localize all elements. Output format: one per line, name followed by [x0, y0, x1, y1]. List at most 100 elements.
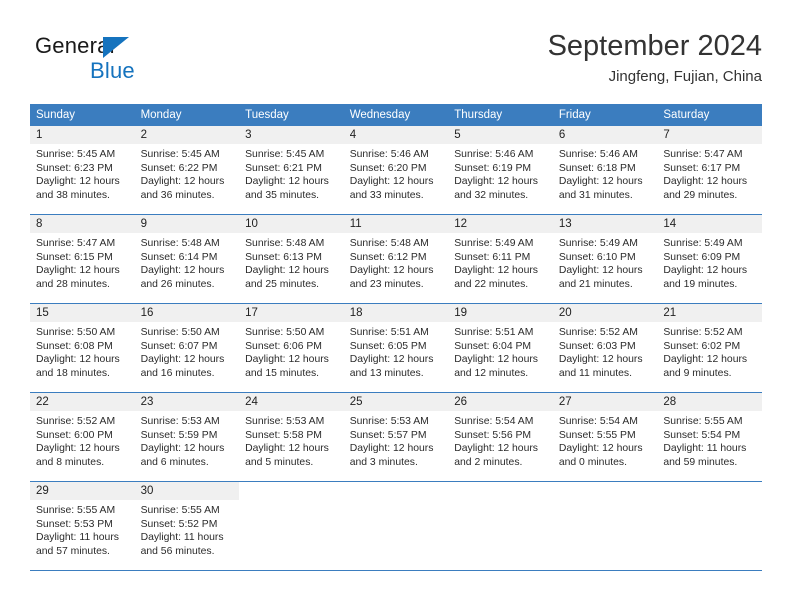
- day-number: 15: [30, 304, 135, 322]
- daylight-text-line2: and 56 minutes.: [140, 545, 215, 557]
- daylight-text-line1: Daylight: 12 hours: [349, 443, 434, 455]
- daylight-text-line2: and 22 minutes.: [454, 278, 529, 290]
- day-details: Sunrise: 5:53 AM Sunset: 5:59 PM Dayligh…: [135, 411, 240, 469]
- sunset-text: Sunset: 6:06 PM: [245, 340, 322, 352]
- blue-triangle-icon: [103, 37, 129, 58]
- day-number: 13: [552, 215, 658, 233]
- day-cell[interactable]: 21 Sunrise: 5:52 AM Sunset: 6:02 PM Dayl…: [657, 304, 762, 393]
- sunset-text: Sunset: 6:20 PM: [349, 162, 427, 174]
- sunset-text: Sunset: 5:52 PM: [140, 518, 218, 530]
- day-number: 12: [448, 215, 553, 233]
- sunset-text: Sunset: 6:22 PM: [140, 162, 218, 174]
- day-cell[interactable]: 17 Sunrise: 5:50 AM Sunset: 6:06 PM Dayl…: [239, 304, 344, 393]
- day-cell[interactable]: 10 Sunrise: 5:48 AM Sunset: 6:13 PM Dayl…: [239, 215, 344, 304]
- sunrise-text: Sunrise: 5:49 AM: [663, 238, 743, 249]
- daylight-text-line2: and 2 minutes.: [454, 456, 523, 468]
- day-cell[interactable]: 5 Sunrise: 5:46 AM Sunset: 6:19 PM Dayli…: [448, 126, 553, 215]
- page-title: September 2024: [547, 30, 762, 62]
- daylight-text-line2: and 15 minutes.: [245, 367, 320, 379]
- day-cell[interactable]: 13 Sunrise: 5:49 AM Sunset: 6:10 PM Dayl…: [552, 215, 658, 304]
- day-number: 9: [134, 215, 240, 233]
- day-cell[interactable]: 29 Sunrise: 5:55 AM Sunset: 5:53 PM Dayl…: [30, 482, 135, 571]
- sunset-text: Sunset: 6:03 PM: [558, 340, 636, 352]
- title-block: September 2024 Jingfeng, Fujian, China: [548, 28, 762, 88]
- day-number: 20: [552, 304, 658, 322]
- calendar-week-row: 15 Sunrise: 5:50 AM Sunset: 6:08 PM Dayl…: [30, 304, 762, 393]
- day-cell[interactable]: 7 Sunrise: 5:47 AM Sunset: 6:17 PM Dayli…: [657, 126, 762, 215]
- daylight-text-line2: and 31 minutes.: [558, 189, 633, 201]
- sunrise-text: Sunrise: 5:50 AM: [245, 327, 325, 338]
- daylight-text-line2: and 36 minutes.: [140, 189, 215, 201]
- daylight-text-line1: Daylight: 12 hours: [663, 265, 748, 277]
- day-number: 29: [30, 482, 135, 500]
- daylight-text-line1: Daylight: 12 hours: [245, 265, 329, 277]
- day-cell[interactable]: 12 Sunrise: 5:49 AM Sunset: 6:11 PM Dayl…: [448, 215, 553, 304]
- daylight-text-line1: Daylight: 11 hours: [663, 443, 747, 455]
- sunset-text: Sunset: 6:19 PM: [454, 162, 532, 174]
- day-details: Sunrise: 5:52 AM Sunset: 6:03 PM Dayligh…: [553, 322, 658, 380]
- day-cell[interactable]: 8 Sunrise: 5:47 AM Sunset: 6:15 PM Dayli…: [30, 215, 135, 304]
- daylight-text-line2: and 5 minutes.: [245, 456, 314, 468]
- calendar-grid: Sunday Monday Tuesday Wednesday Thursday…: [30, 104, 762, 571]
- daylight-text-line2: and 6 minutes.: [140, 456, 209, 468]
- daylight-text-line1: Daylight: 12 hours: [140, 443, 225, 455]
- sunrise-text: Sunrise: 5:48 AM: [140, 238, 220, 249]
- day-cell[interactable]: 23 Sunrise: 5:53 AM Sunset: 5:59 PM Dayl…: [134, 393, 240, 482]
- sunrise-text: Sunrise: 5:47 AM: [663, 149, 743, 160]
- day-details: Sunrise: 5:50 AM Sunset: 6:06 PM Dayligh…: [239, 322, 344, 380]
- daylight-text-line1: Daylight: 12 hours: [349, 265, 434, 277]
- sunrise-text: Sunrise: 5:46 AM: [454, 149, 534, 160]
- day-cell[interactable]: 3 Sunrise: 5:45 AM Sunset: 6:21 PM Dayli…: [239, 126, 344, 215]
- day-cell[interactable]: 14 Sunrise: 5:49 AM Sunset: 6:09 PM Dayl…: [657, 215, 762, 304]
- day-cell[interactable]: 20 Sunrise: 5:52 AM Sunset: 6:03 PM Dayl…: [552, 304, 658, 393]
- day-cell[interactable]: 15 Sunrise: 5:50 AM Sunset: 6:08 PM Dayl…: [30, 304, 135, 393]
- day-number: 21: [657, 304, 762, 322]
- calendar-week-row: 1 Sunrise: 5:45 AM Sunset: 6:23 PM Dayli…: [30, 126, 762, 215]
- calendar-body: 1 Sunrise: 5:45 AM Sunset: 6:23 PM Dayli…: [30, 126, 762, 571]
- day-cell[interactable]: 27 Sunrise: 5:54 AM Sunset: 5:55 PM Dayl…: [552, 393, 658, 482]
- daylight-text-line1: Daylight: 12 hours: [663, 354, 748, 366]
- day-details: Sunrise: 5:45 AM Sunset: 6:23 PM Dayligh…: [30, 144, 135, 202]
- daylight-text-line1: Daylight: 12 hours: [140, 354, 225, 366]
- day-cell[interactable]: 16 Sunrise: 5:50 AM Sunset: 6:07 PM Dayl…: [134, 304, 240, 393]
- day-details: Sunrise: 5:52 AM Sunset: 6:00 PM Dayligh…: [30, 411, 135, 469]
- daylight-text-line1: Daylight: 12 hours: [454, 443, 538, 455]
- daylight-text-line2: and 25 minutes.: [245, 278, 320, 290]
- day-details: Sunrise: 5:55 AM Sunset: 5:52 PM Dayligh…: [135, 500, 240, 558]
- generalblue-logo[interactable]: General Blue: [30, 33, 250, 89]
- day-cell[interactable]: 9 Sunrise: 5:48 AM Sunset: 6:14 PM Dayli…: [134, 215, 240, 304]
- daylight-text-line1: Daylight: 12 hours: [140, 265, 225, 277]
- calendar-week-row: 29 Sunrise: 5:55 AM Sunset: 5:53 PM Dayl…: [30, 482, 762, 571]
- day-details: Sunrise: 5:54 AM Sunset: 5:56 PM Dayligh…: [448, 411, 553, 469]
- day-cell[interactable]: 11 Sunrise: 5:48 AM Sunset: 6:12 PM Dayl…: [343, 215, 449, 304]
- day-cell[interactable]: 28 Sunrise: 5:55 AM Sunset: 5:54 PM Dayl…: [657, 393, 762, 482]
- day-cell[interactable]: 18 Sunrise: 5:51 AM Sunset: 6:05 PM Dayl…: [343, 304, 449, 393]
- sunset-text: Sunset: 6:09 PM: [663, 251, 741, 263]
- daylight-text-line2: and 35 minutes.: [245, 189, 320, 201]
- day-number: 26: [448, 393, 553, 411]
- day-cell[interactable]: 6 Sunrise: 5:46 AM Sunset: 6:18 PM Dayli…: [552, 126, 658, 215]
- day-number: 6: [552, 126, 658, 144]
- sunset-text: Sunset: 5:56 PM: [454, 429, 532, 441]
- day-cell[interactable]: 2 Sunrise: 5:45 AM Sunset: 6:22 PM Dayli…: [134, 126, 240, 215]
- day-cell[interactable]: 24 Sunrise: 5:53 AM Sunset: 5:58 PM Dayl…: [239, 393, 344, 482]
- weekday-header-sunday: Sunday: [30, 104, 135, 126]
- daylight-text-line1: Daylight: 12 hours: [36, 354, 120, 366]
- sunset-text: Sunset: 6:17 PM: [663, 162, 741, 174]
- day-cell[interactable]: 25 Sunrise: 5:53 AM Sunset: 5:57 PM Dayl…: [343, 393, 449, 482]
- day-cell[interactable]: 26 Sunrise: 5:54 AM Sunset: 5:56 PM Dayl…: [448, 393, 553, 482]
- daylight-text-line1: Daylight: 12 hours: [454, 265, 538, 277]
- day-cell[interactable]: 1 Sunrise: 5:45 AM Sunset: 6:23 PM Dayli…: [30, 126, 135, 215]
- day-cell[interactable]: 30 Sunrise: 5:55 AM Sunset: 5:52 PM Dayl…: [134, 482, 240, 571]
- sunrise-text: Sunrise: 5:55 AM: [140, 505, 220, 516]
- sunrise-text: Sunrise: 5:50 AM: [140, 327, 220, 338]
- day-number: 22: [30, 393, 135, 411]
- daylight-text-line1: Daylight: 12 hours: [140, 176, 225, 188]
- sunset-text: Sunset: 6:12 PM: [349, 251, 427, 263]
- sunrise-text: Sunrise: 5:53 AM: [140, 416, 220, 427]
- day-cell[interactable]: 4 Sunrise: 5:46 AM Sunset: 6:20 PM Dayli…: [343, 126, 449, 215]
- day-cell[interactable]: 22 Sunrise: 5:52 AM Sunset: 6:00 PM Dayl…: [30, 393, 135, 482]
- day-cell[interactable]: 19 Sunrise: 5:51 AM Sunset: 6:04 PM Dayl…: [448, 304, 553, 393]
- sunrise-text: Sunrise: 5:52 AM: [663, 327, 743, 338]
- sunrise-text: Sunrise: 5:49 AM: [558, 238, 638, 249]
